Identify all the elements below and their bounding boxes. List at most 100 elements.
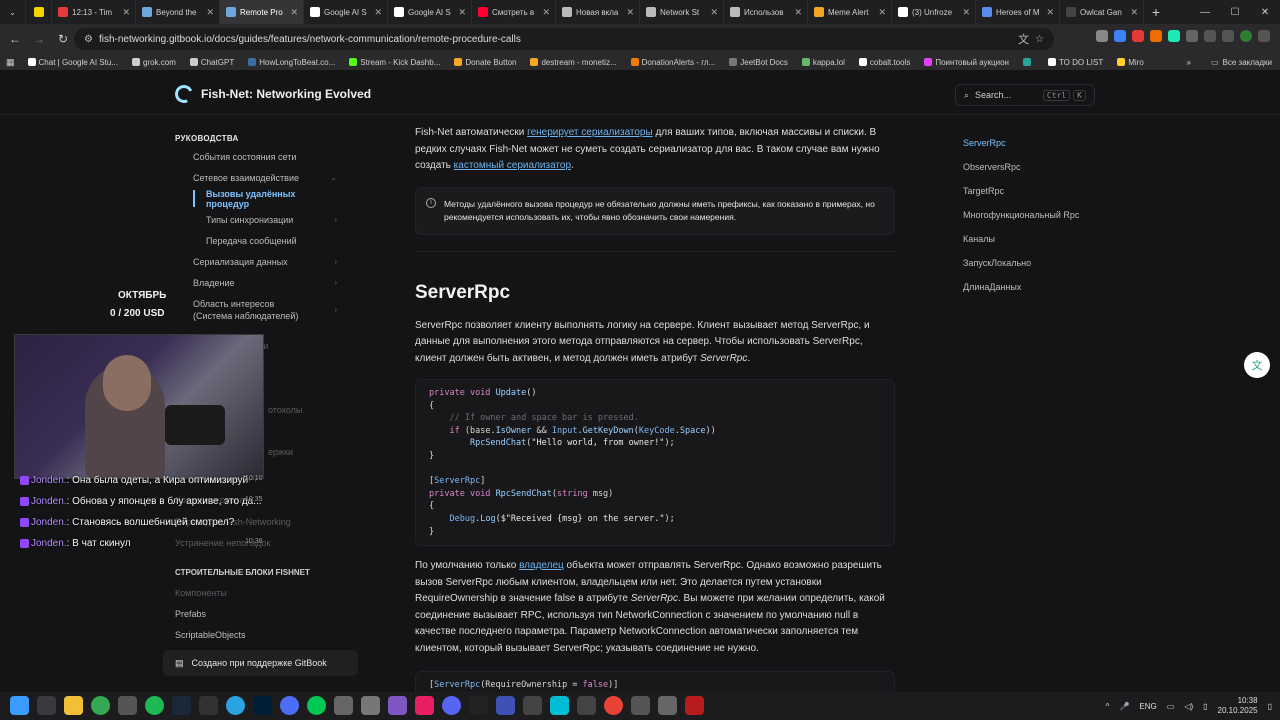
sidebar-item[interactable]: События состояния сети [175, 146, 345, 167]
toc-item[interactable]: ЗапускЛокально [963, 258, 1079, 282]
close-window-icon[interactable]: ✕ [1250, 0, 1280, 24]
toc-item[interactable]: Многофункциональный Rpc [963, 210, 1079, 234]
powered-by-gitbook[interactable]: ▤ Создано при поддержке GitBook [163, 650, 358, 676]
translate-icon[interactable]: 文 [1018, 31, 1029, 47]
extension-icon[interactable] [1096, 30, 1108, 42]
tab-close-icon[interactable]: ✕ [206, 7, 214, 18]
bookmark[interactable]: ChatGPT [183, 58, 241, 67]
tab-search-button[interactable]: ⌄ [0, 0, 26, 24]
language-indicator[interactable]: ENG [1139, 702, 1156, 711]
address-bar[interactable]: ⚙ fish-networking.gitbook.io/docs/guides… [74, 28, 1054, 50]
bookmark[interactable]: DonationAlerts - гл... [624, 58, 723, 67]
browser-tab[interactable]: Google AI S ✕ [388, 0, 472, 24]
battery-icon[interactable]: ▯ [1203, 702, 1207, 711]
browser-tab[interactable]: Смотреть в ✕ [472, 0, 556, 24]
toc-item[interactable]: Каналы [963, 234, 1079, 258]
sidebar-item[interactable]: Сетевое взаимодействие ⌄ [175, 167, 345, 188]
link-custom-serializer[interactable]: кастомный сериализатор [454, 160, 571, 171]
code-block[interactable]: private void Update() { // If owner and s… [415, 379, 895, 547]
overflow-icon[interactable]: » [1187, 58, 1191, 67]
bookmark[interactable]: Поинтовый аукцион [917, 58, 1016, 67]
browser-tab[interactable]: Meme Alert ✕ [808, 0, 892, 24]
tab-close-icon[interactable]: ✕ [962, 7, 970, 18]
toc-item[interactable]: TargetRpc [963, 186, 1079, 210]
sidebar-item-partial[interactable]: ержки [268, 447, 293, 457]
toc-item[interactable]: ДлинаДанных [963, 282, 1079, 306]
bookmark[interactable]: Chat | Google AI Stu... [21, 58, 125, 67]
spotify-icon[interactable] [145, 696, 164, 715]
sidebar-item-prefabs[interactable]: Prefabs [175, 609, 206, 619]
tab-close-icon[interactable]: ✕ [542, 7, 550, 18]
steam-icon[interactable] [172, 696, 191, 715]
browser-tab[interactable]: Использов ✕ [724, 0, 808, 24]
sidebar-item[interactable]: Владение › [175, 272, 345, 293]
code-block[interactable]: [ServerRpc(RequireOwnership = false)]pri… [415, 671, 895, 692]
new-tab-button[interactable]: + [1144, 0, 1168, 24]
minimize-icon[interactable]: — [1190, 0, 1220, 24]
app-icon[interactable] [334, 696, 353, 715]
app-icon[interactable] [496, 696, 515, 715]
assistant-float-button[interactable]: 文 [1244, 352, 1270, 378]
app-icon[interactable] [469, 696, 488, 715]
app-icon[interactable] [658, 696, 677, 715]
sidebar-item-partial[interactable]: отоколы [268, 405, 302, 415]
search-box[interactable]: ⌕ Search... Ctrl K [955, 84, 1095, 106]
search-icon[interactable] [37, 696, 56, 715]
browser-tab[interactable]: Heroes of M ✕ [976, 0, 1060, 24]
toc-item[interactable]: ServerRpc [963, 138, 1079, 162]
tab-close-icon[interactable]: ✕ [374, 7, 382, 18]
app-icon[interactable] [415, 696, 434, 715]
extension-icon[interactable] [1150, 30, 1162, 42]
tab-close-icon[interactable]: ✕ [1046, 7, 1054, 18]
chevron-icon[interactable]: ⌄ [330, 173, 337, 182]
bookmark[interactable]: JeetBot Docs [722, 58, 795, 67]
chevron-icon[interactable]: › [334, 304, 337, 316]
tab-close-icon[interactable]: ✕ [458, 7, 466, 18]
app-icon[interactable] [550, 696, 569, 715]
apps-grid-icon[interactable]: ▦ [6, 57, 15, 68]
tab-close-icon[interactable]: ✕ [290, 7, 298, 18]
menu-icon[interactable] [1222, 30, 1234, 42]
extension-icon[interactable] [1114, 30, 1126, 42]
telegram-icon[interactable] [226, 696, 245, 715]
photoshop-icon[interactable] [253, 696, 272, 715]
browser-tab[interactable]: Beyond the ✕ [136, 0, 220, 24]
app-icon[interactable] [361, 696, 380, 715]
sidebar-item[interactable]: Вызовы удалённых процедур [175, 188, 345, 209]
kebab-menu-icon[interactable] [1258, 30, 1270, 42]
browser-tab[interactable]: 12:13 - Tim ✕ [52, 0, 136, 24]
link-generates-serializers[interactable]: генерирует сериализаторы [527, 127, 653, 138]
browser-tab[interactable]: Network St ✕ [640, 0, 724, 24]
network-icon[interactable]: ▭ [1167, 702, 1175, 711]
app-icon[interactable] [577, 696, 596, 715]
tab-close-icon[interactable]: ✕ [122, 7, 130, 18]
tray-chevron-icon[interactable]: ^ [1106, 702, 1110, 711]
chrome-icon[interactable] [91, 696, 110, 715]
chevron-icon[interactable]: › [334, 257, 337, 266]
sidebar-item[interactable]: Передача сообщений [175, 230, 345, 251]
extension-icon[interactable] [1186, 30, 1198, 42]
site-logo[interactable]: Fish-Net: Networking Evolved [172, 82, 371, 106]
bookmark[interactable]: TO DO LIST [1041, 58, 1110, 67]
chrome-icon[interactable] [604, 696, 623, 715]
bookmark[interactable]: kappa.lol [795, 58, 852, 67]
sidebar-item[interactable]: Сериализация данных › [175, 251, 345, 272]
sidebar-item-scriptableobjects[interactable]: ScriptableObjects [175, 630, 246, 640]
bookmark[interactable]: Donate Button [447, 58, 523, 67]
tab-close-icon[interactable]: ✕ [626, 7, 634, 18]
extension-icon[interactable] [1132, 30, 1144, 42]
browser-tab[interactable]: Новая вкла ✕ [556, 0, 640, 24]
microphone-icon[interactable]: 🎤 [1119, 702, 1129, 711]
reload-icon[interactable]: ↻ [54, 30, 72, 48]
app-icon[interactable] [631, 696, 650, 715]
back-icon[interactable]: ← [6, 30, 24, 48]
app-icon[interactable] [118, 696, 137, 715]
extensions-puzzle-icon[interactable] [1204, 30, 1216, 42]
windows-start-icon[interactable] [10, 696, 29, 715]
tab-pinned-0[interactable] [26, 0, 52, 24]
notifications-icon[interactable]: ▯ [1268, 702, 1272, 711]
sidebar-item-components[interactable]: Компоненты [175, 588, 227, 598]
extension-icon[interactable] [1168, 30, 1180, 42]
bookmark[interactable]: cobalt.tools [852, 58, 917, 67]
app-icon[interactable] [307, 696, 326, 715]
